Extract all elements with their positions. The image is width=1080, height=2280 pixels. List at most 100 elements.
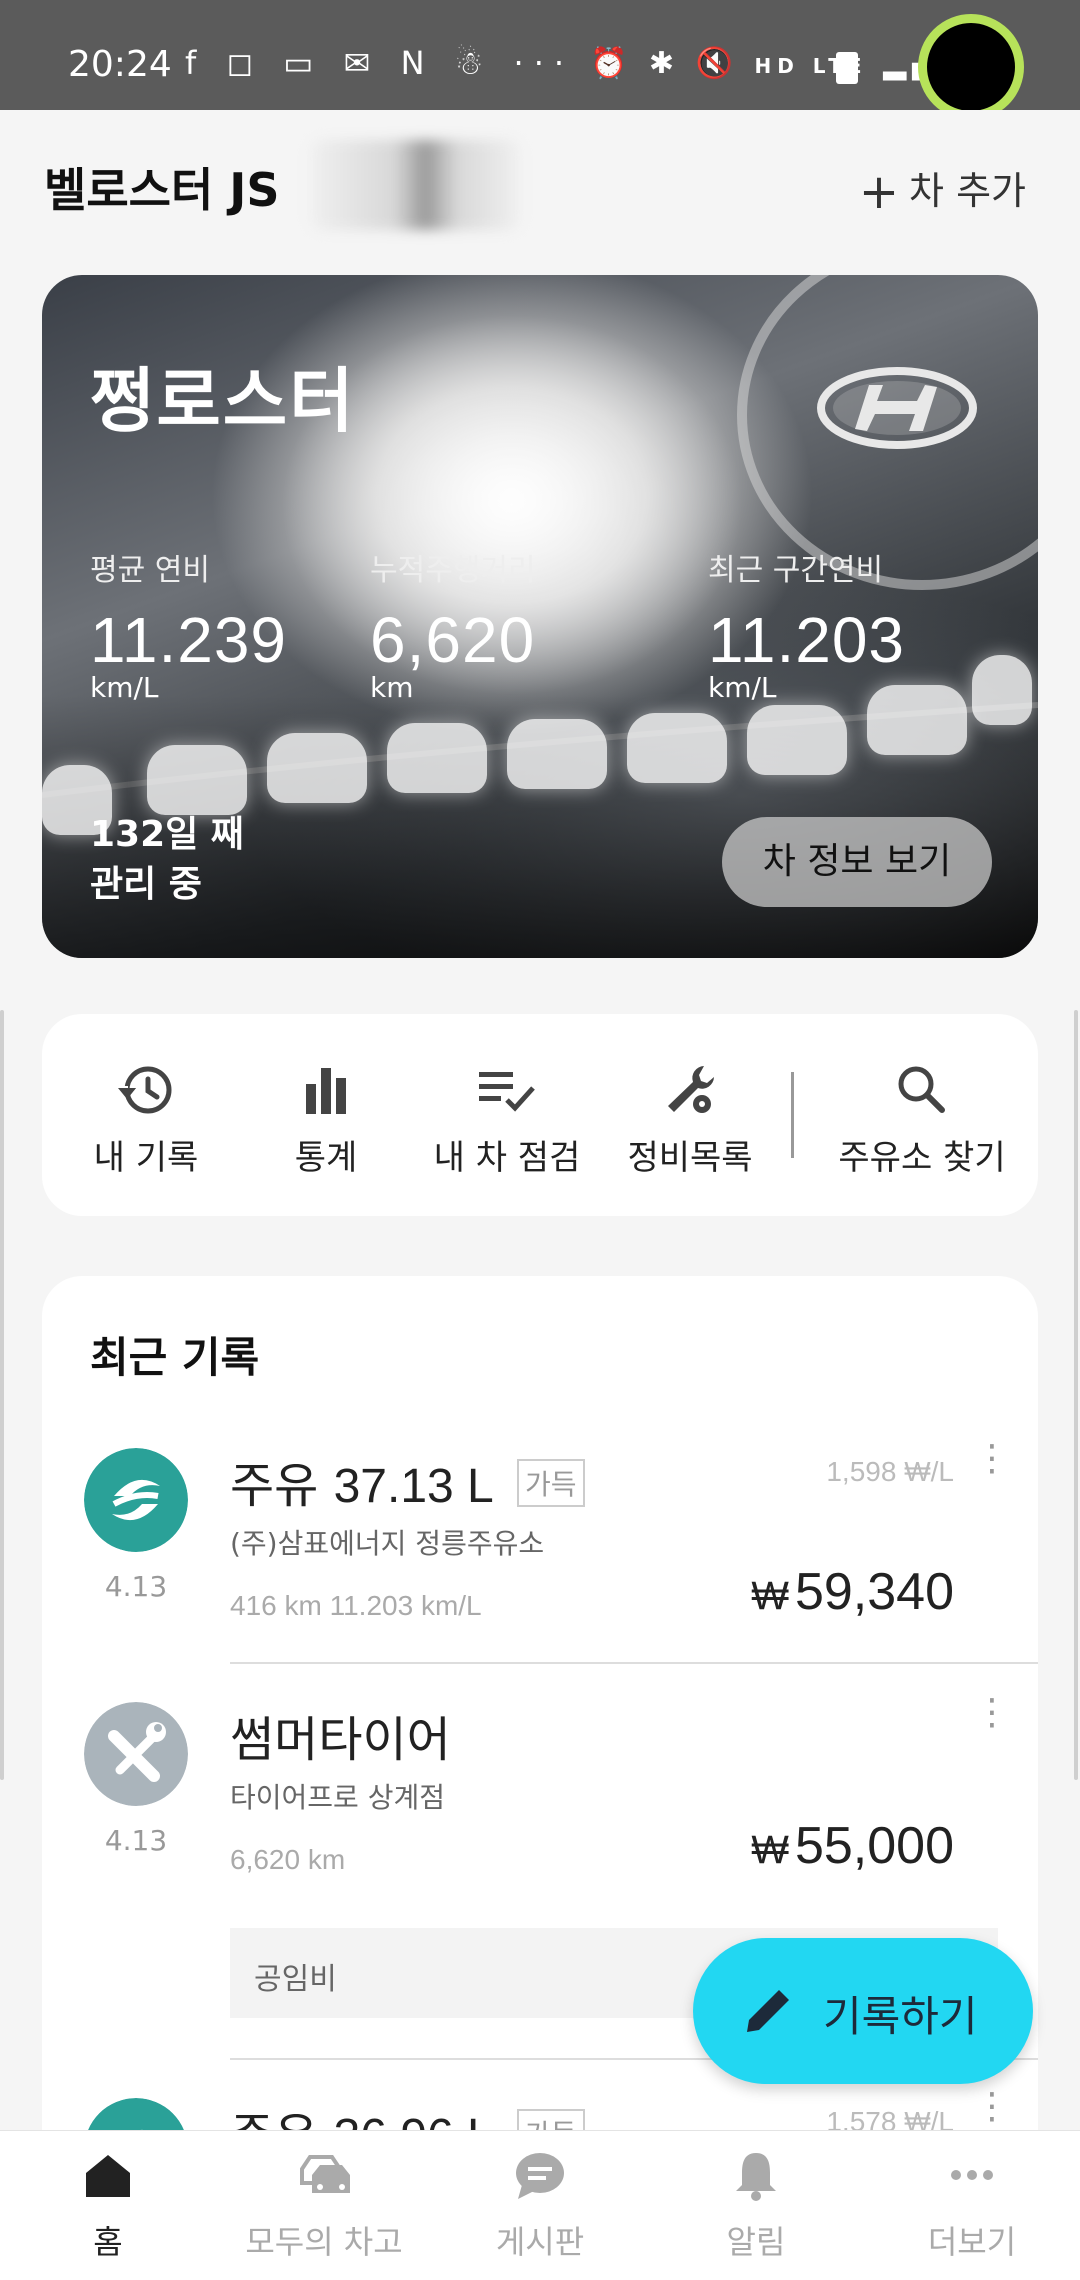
recent-records-panel: 최근 기록 4.13 주유 37.13 L 가득 (주)삼표에너지 정릉주유소 … <box>42 1276 1038 2236</box>
nav-label: 알림 <box>726 2223 786 2261</box>
menu-label: 내 차 점검 <box>433 1138 581 1178</box>
add-record-fab[interactable]: 기록하기 <box>693 1938 1033 2084</box>
lamp-segment <box>387 723 487 793</box>
lamp-segment <box>747 705 847 775</box>
nav-notifications[interactable]: 알림 <box>648 2149 864 2263</box>
menu-label: 주유소 찾기 <box>838 1138 1006 1178</box>
menu-gas-station-search[interactable]: 주유소 찾기 <box>832 1062 1012 1179</box>
system-icons: ⏰ ✱ 🔇 HD LTE ▂▄▆ <box>590 46 970 81</box>
record-price-value: 55,000 <box>794 1817 954 1875</box>
record-type: 주유 <box>230 1458 319 1514</box>
currency-symbol: ₩ <box>751 1574 789 1618</box>
lamp-segment <box>972 655 1032 725</box>
hyundai-logo-icon <box>817 367 977 449</box>
car-summary-card[interactable]: 쩡로스터 평균 연비 11.239 km/L 누적주행거리 6,620 km 최… <box>42 275 1038 958</box>
system-glyphs: ⏰ ✱ 🔇 <box>590 46 739 81</box>
plus-icon: + <box>858 164 900 220</box>
nav-label: 홈 <box>93 2223 123 2261</box>
stat-avg-fuel: 평균 연비 11.239 km/L <box>90 545 287 704</box>
record-more-icon[interactable]: ⋮ <box>974 1441 1010 1477</box>
menu-label: 내 기록 <box>93 1138 199 1178</box>
nav-more[interactable]: 더보기 <box>864 2149 1080 2263</box>
nav-label: 더보기 <box>927 2223 1017 2261</box>
blurred-plate-number <box>310 140 520 230</box>
record-quantity: 37.13 L <box>333 1460 494 1513</box>
record-place: (주)삼표에너지 정릉주유소 <box>230 1527 545 1560</box>
record-more-icon[interactable]: ⋮ <box>974 1695 1010 1731</box>
checklist-icon <box>479 1072 535 1112</box>
stat-value: 6,620 <box>370 604 536 676</box>
currency-symbol: ₩ <box>751 1828 789 1872</box>
record-meta: 416 km 11.203 km/L <box>230 1590 482 1621</box>
home-icon <box>86 2155 130 2197</box>
car-name-title[interactable]: 벨로스터 JS <box>44 154 280 220</box>
history-icon <box>114 1066 172 1114</box>
record-type: 썸머타이어 <box>230 1712 451 1768</box>
record-price-value: 59,340 <box>794 1563 954 1621</box>
status-bar: 20:24 f ◻ ▭ ✉ N ☃ ··· ⏰ ✱ 🔇 HD LTE ▂▄▆ <box>0 0 1080 120</box>
stat-label: 최근 구간연비 <box>708 553 884 588</box>
bar-chart-icon <box>306 1068 346 1114</box>
wrench-icon <box>668 1066 714 1113</box>
record-price: ₩59,340 <box>594 1562 954 1622</box>
tools-icon <box>84 1702 188 1806</box>
record-title: 주유 37.13 L 가득 <box>230 1446 585 1516</box>
camera-cutout-ring-icon <box>918 14 1024 120</box>
menu-car-check[interactable]: 내 차 점검 <box>422 1062 592 1179</box>
menu-label: 통계 <box>294 1138 358 1178</box>
lamp-segment <box>267 733 367 803</box>
record-memo-text: 공임비 <box>254 1962 337 1997</box>
pencil-icon <box>747 1984 795 2032</box>
record-place: 타이어프로 상계점 <box>230 1781 445 1814</box>
bell-icon <box>736 2153 776 2201</box>
managed-days-line2: 관리 중 <box>90 864 202 905</box>
battery-icon <box>836 52 858 84</box>
nav-label: 모두의 차고 <box>245 2223 403 2261</box>
record-price: ₩55,000 <box>594 1816 954 1876</box>
notification-icons: f ◻ ▭ ✉ N ☃ ··· <box>185 44 575 82</box>
menu-label: 정비목록 <box>627 1138 753 1178</box>
managed-days: 132일 째 관리 중 <box>90 810 244 910</box>
car-info-button[interactable]: 차 정보 보기 <box>722 817 992 907</box>
menu-statistics[interactable]: 통계 <box>256 1062 396 1179</box>
status-time: 20:24 <box>68 44 172 85</box>
nav-home[interactable]: 홈 <box>0 2149 216 2263</box>
stat-label: 누적주행거리 <box>370 553 536 588</box>
more-icon <box>951 2170 993 2180</box>
car-nickname: 쩡로스터 <box>90 360 356 442</box>
add-record-label: 기록하기 <box>823 1992 978 2041</box>
recent-records-title: 최근 기록 <box>90 1333 260 1382</box>
stat-recent-fuel: 최근 구간연비 11.203 km/L <box>708 545 905 704</box>
app-header: 벨로스터 JS + 차 추가 <box>0 110 1080 260</box>
record-meta: 6,620 km <box>230 1844 346 1875</box>
bottom-navigation: 홈 모두의 차고 게시판 알림 더보기 <box>0 2130 1080 2280</box>
record-more-icon[interactable]: ⋮ <box>974 2089 1010 2125</box>
garage-icon <box>300 2155 350 2193</box>
stat-total-distance: 누적주행거리 6,620 km <box>370 545 536 704</box>
stat-label: 평균 연비 <box>90 553 210 588</box>
stat-value: 11.239 <box>90 604 287 676</box>
full-tank-tag: 가득 <box>517 1459 585 1507</box>
nav-label: 게시판 <box>495 2223 585 2261</box>
quick-menu: 내 기록 통계 내 차 점검 정비목록 주유소 찾기 <box>42 1014 1038 1216</box>
record-date: 4.13 <box>104 1824 168 1857</box>
chat-icon <box>516 2153 564 2199</box>
record-separator <box>230 1662 1038 1664</box>
add-car-label: 차 추가 <box>909 169 1026 213</box>
scroll-edge-right <box>1074 1010 1078 1780</box>
lamp-segment <box>627 713 727 783</box>
menu-my-records[interactable]: 내 기록 <box>76 1062 216 1179</box>
lamp-segment <box>507 719 607 789</box>
scroll-edge-left <box>0 1010 4 1780</box>
nav-board[interactable]: 게시판 <box>432 2149 648 2263</box>
gas-brand-logo-icon <box>84 1448 188 1552</box>
menu-divider <box>791 1072 794 1158</box>
stat-value: 11.203 <box>708 604 905 676</box>
managed-days-line1: 132일 째 <box>90 814 244 855</box>
nav-garage[interactable]: 모두의 차고 <box>216 2149 432 2263</box>
record-unit-price: 1,598 ₩/L <box>826 1456 954 1487</box>
lamp-segment <box>147 745 247 815</box>
record-title: 썸머타이어 <box>230 1700 451 1770</box>
add-car-button[interactable]: + 차 추가 <box>859 160 1026 220</box>
menu-maintenance-list[interactable]: 정비목록 <box>610 1062 770 1179</box>
